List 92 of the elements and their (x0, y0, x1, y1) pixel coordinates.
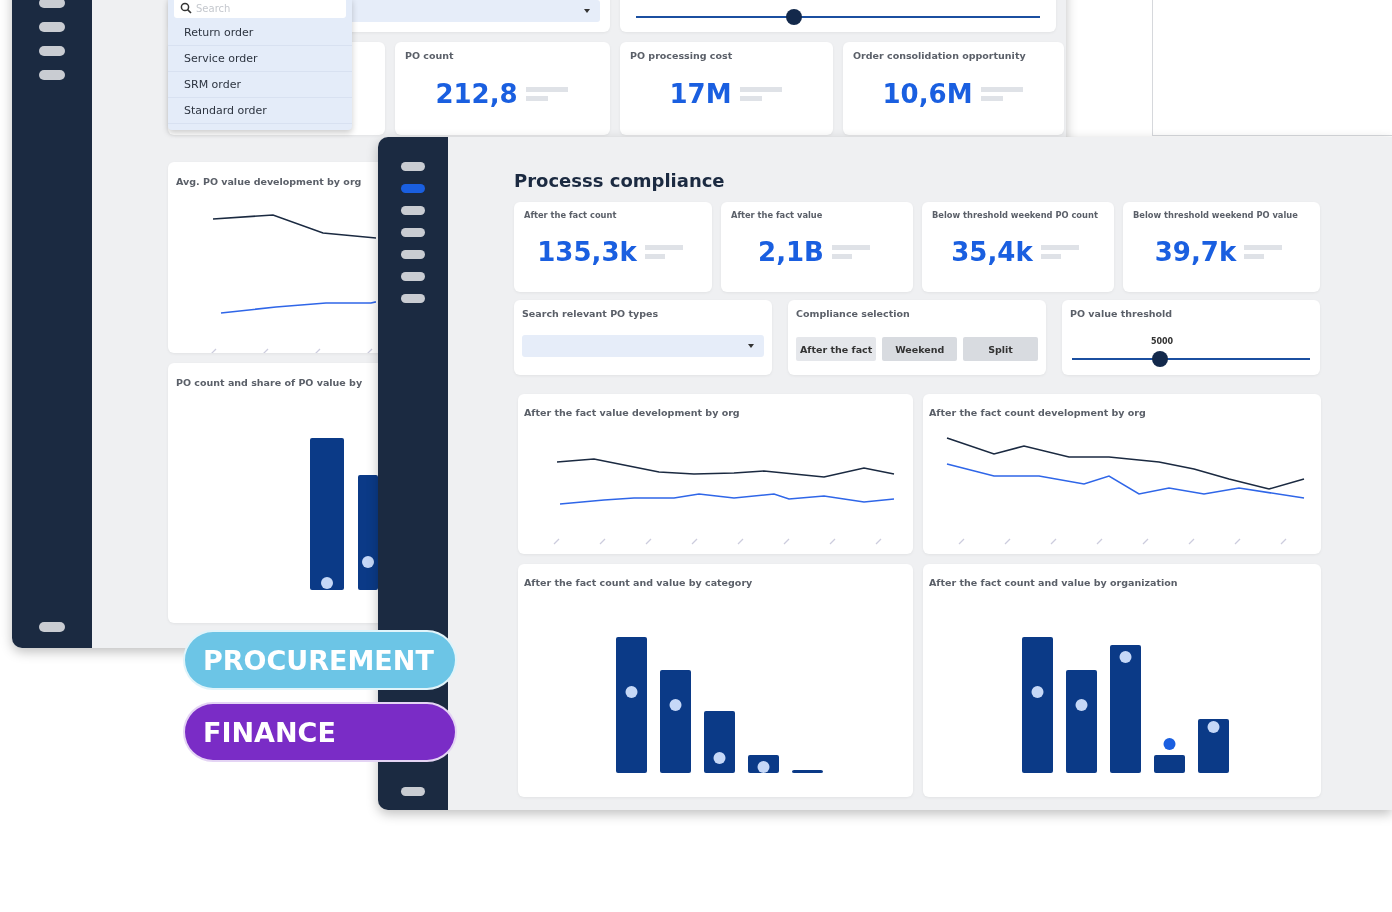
tick-mark (210, 348, 217, 353)
dropdown-option[interactable]: SRM order (168, 72, 352, 98)
data-point (1119, 651, 1132, 663)
toggle-button[interactable]: Split (963, 337, 1038, 361)
category-tag: FINANCE (183, 702, 457, 762)
data-point (757, 761, 770, 773)
sidebar-item[interactable] (401, 250, 425, 259)
dropdown-field[interactable] (522, 335, 764, 357)
kpi-value: 2,1B (758, 237, 824, 267)
sidebar-item[interactable] (401, 272, 425, 281)
kpi-value: 135,3k (537, 237, 637, 267)
data-point (1207, 721, 1220, 733)
data-point (1075, 699, 1088, 711)
tick-mark (1142, 538, 1149, 545)
chart-title: Avg. PO value development by org (176, 176, 362, 187)
dropdown-option[interactable]: Service order (168, 46, 352, 72)
sidebar-item[interactable] (39, 46, 65, 56)
tick-mark (1234, 538, 1241, 545)
search-input[interactable]: Search (196, 2, 326, 14)
tick-mark (829, 538, 836, 545)
sidebar-bottom-icon[interactable] (401, 787, 425, 796)
placeholder-lines-icon (978, 84, 1025, 104)
kpi-label: After the fact value (731, 210, 824, 220)
data-point (669, 699, 682, 711)
caret-icon (748, 344, 754, 348)
filter-label: PO value threshold (1070, 308, 1174, 319)
tick-mark (783, 538, 790, 545)
sidebar-item[interactable] (39, 0, 65, 8)
search-field[interactable]: Search (174, 0, 346, 18)
page-title: Processs compliance (514, 170, 726, 191)
tick-mark (1280, 538, 1287, 545)
placeholder-lines-icon (523, 84, 570, 104)
slider-thumb[interactable] (785, 9, 802, 25)
data-point (1163, 738, 1176, 750)
sidebar-item[interactable] (39, 22, 65, 32)
sidebar-item[interactable] (401, 162, 425, 171)
toggle-button[interactable]: Weekend (882, 337, 958, 361)
tick-mark (314, 348, 321, 353)
tick-mark (599, 538, 606, 545)
data-point (1031, 686, 1044, 698)
tick-mark (1096, 538, 1103, 545)
chart-bar (792, 770, 823, 773)
kpi-label: After the fact count (524, 210, 618, 220)
dropdown-option[interactable]: Return order (168, 20, 352, 46)
kpi-value: 10,6M (882, 79, 973, 109)
chart-title: PO count and share of PO value by (176, 377, 363, 388)
search-icon (180, 2, 192, 14)
tick-mark (1004, 538, 1011, 545)
chart-title: After the fact count and value by category (524, 577, 753, 588)
kpi-value: 212,8 (435, 79, 518, 109)
tick-mark (262, 348, 269, 353)
toggle-button[interactable]: After the fact (796, 337, 877, 361)
tick-mark (737, 538, 744, 545)
slider-value: 5000 (1150, 337, 1174, 346)
sidebar-item[interactable] (401, 228, 425, 237)
chart-title: After the fact count development by org (929, 407, 1146, 418)
kpi-value: 17M (669, 79, 732, 109)
tick-mark (645, 538, 652, 545)
dropdown-option[interactable]: Standard order (168, 98, 352, 124)
category-tag: PROCUREMENT (183, 630, 457, 690)
data-point (321, 577, 333, 589)
kpi-label: PO count (405, 50, 455, 61)
caret-icon (584, 9, 590, 13)
filter-label: Search relevant PO types (522, 308, 660, 319)
kpi-value: 35,4k (951, 237, 1033, 267)
kpi-label: PO processing cost (630, 50, 734, 61)
tick-mark (691, 538, 698, 545)
tick-mark (1050, 538, 1057, 545)
slider-thumb[interactable] (1152, 351, 1169, 367)
chart-bar (704, 711, 735, 773)
sidebar-item[interactable] (39, 70, 65, 80)
kpi-label: Below threshold weekend PO value (1133, 210, 1299, 220)
tick-mark (958, 538, 965, 545)
filter-label: Compliance selection (796, 308, 911, 319)
kpi-label: Order consolidation opportunity (853, 50, 1027, 61)
kpi-label: Below threshold weekend PO count (932, 210, 1099, 220)
placeholder-lines-icon (737, 84, 784, 104)
tick-mark (1188, 538, 1195, 545)
chart-bar (1198, 719, 1229, 773)
sidebar-item[interactable] (401, 206, 425, 215)
tick-mark (553, 538, 560, 545)
sidebar-bottom-icon[interactable] (39, 622, 65, 632)
data-point (625, 686, 638, 698)
kpi-value: 39,7k (1154, 237, 1237, 267)
chart-title: After the fact count and value by organization (929, 577, 1178, 588)
chart-title: After the fact value development by org (524, 407, 740, 418)
data-point (362, 556, 374, 568)
data-point (713, 752, 726, 764)
tick-mark (366, 348, 373, 353)
sidebar-item[interactable] (401, 294, 425, 303)
tick-mark (875, 538, 882, 545)
chart-bar (1154, 755, 1185, 773)
